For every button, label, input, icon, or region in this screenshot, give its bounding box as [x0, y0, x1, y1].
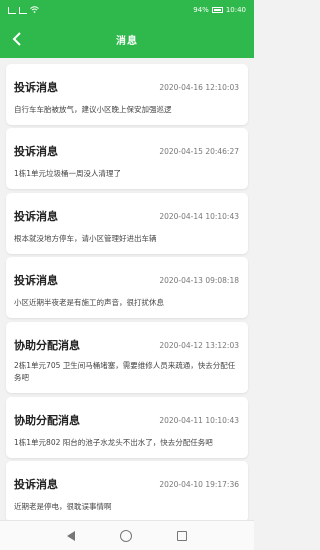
message-time: 2020-04-11 10:10:43: [159, 416, 239, 425]
system-nav-bar: [0, 520, 254, 550]
message-body: 2栋1单元705 卫生间马桶堵塞，需要维修人员来疏通，快去分配任务吧: [14, 361, 236, 382]
message-card[interactable]: 投诉消息 2020-04-15 20:46:27 1栋1单元垃圾桶一周没人清理了: [6, 128, 248, 189]
message-card[interactable]: 投诉消息 2020-04-14 10:10:43 根本就没地方停车，请小区管理好…: [6, 193, 248, 254]
message-body: 1栋1单元802 阳台的池子水龙头不出水了，快去分配任务吧: [14, 438, 213, 447]
status-time: 10:40: [225, 6, 246, 14]
message-list[interactable]: 投诉消息 2020-04-16 12:10:03 自行车车胎被放气，建议小区晚上…: [0, 58, 254, 520]
message-time: 2020-04-12 13:12:03: [159, 341, 239, 350]
message-time: 2020-04-14 10:10:43: [159, 212, 239, 221]
message-card[interactable]: 协助分配消息 2020-04-11 10:10:43 1栋1单元802 阳台的池…: [6, 397, 248, 458]
message-time: 2020-04-13 09:08:18: [159, 276, 239, 285]
chevron-left-icon: [12, 32, 21, 46]
app-bar: 消息: [0, 20, 254, 58]
message-body: 根本就没地方停车，请小区管理好进出车辆: [14, 234, 157, 243]
message-title: 投诉消息: [14, 81, 58, 94]
battery-percent: 94%: [193, 6, 209, 14]
status-left: [8, 5, 39, 15]
message-title: 投诉消息: [14, 478, 58, 491]
message-card[interactable]: 投诉消息 2020-04-16 12:10:03 自行车车胎被放气，建议小区晚上…: [6, 64, 248, 125]
message-title: 投诉消息: [14, 210, 58, 223]
page-title: 消息: [116, 35, 138, 47]
message-time: 2020-04-16 12:10:03: [159, 83, 239, 92]
message-time: 2020-04-15 20:46:27: [159, 147, 239, 156]
back-button[interactable]: [8, 30, 26, 48]
status-bar: 94% 10:40: [0, 0, 254, 20]
message-body: 近期老是停电，很耽误事情啊: [14, 502, 112, 511]
message-body: 自行车车胎被放气，建议小区晚上保安加强巡逻: [14, 105, 172, 114]
message-card[interactable]: 投诉消息 2020-04-10 19:17:36 近期老是停电，很耽误事情啊: [6, 461, 248, 520]
message-body: 1栋1单元垃圾桶一周没人清理了: [14, 169, 122, 178]
message-card[interactable]: 协助分配消息 2020-04-12 13:12:03 2栋1单元705 卫生间马…: [6, 322, 248, 393]
signal-icon: [19, 6, 27, 14]
message-body: 小区近期半夜老是有施工的声音，很打扰休息: [14, 298, 164, 307]
sim-icon: [8, 6, 16, 14]
message-title: 投诉消息: [14, 145, 58, 158]
triangle-back-icon[interactable]: [67, 530, 76, 541]
circle-home-icon[interactable]: [119, 529, 132, 542]
status-right: 94% 10:40: [193, 6, 246, 14]
message-card[interactable]: 投诉消息 2020-04-13 09:08:18 小区近期半夜老是有施工的声音，…: [6, 257, 248, 318]
message-title: 协助分配消息: [14, 414, 80, 427]
message-title: 投诉消息: [14, 274, 58, 287]
wifi-icon: [30, 5, 39, 15]
battery-icon: [211, 7, 223, 13]
message-time: 2020-04-10 19:17:36: [159, 480, 239, 489]
square-recent-icon[interactable]: [176, 530, 187, 541]
message-title: 协助分配消息: [14, 339, 80, 352]
